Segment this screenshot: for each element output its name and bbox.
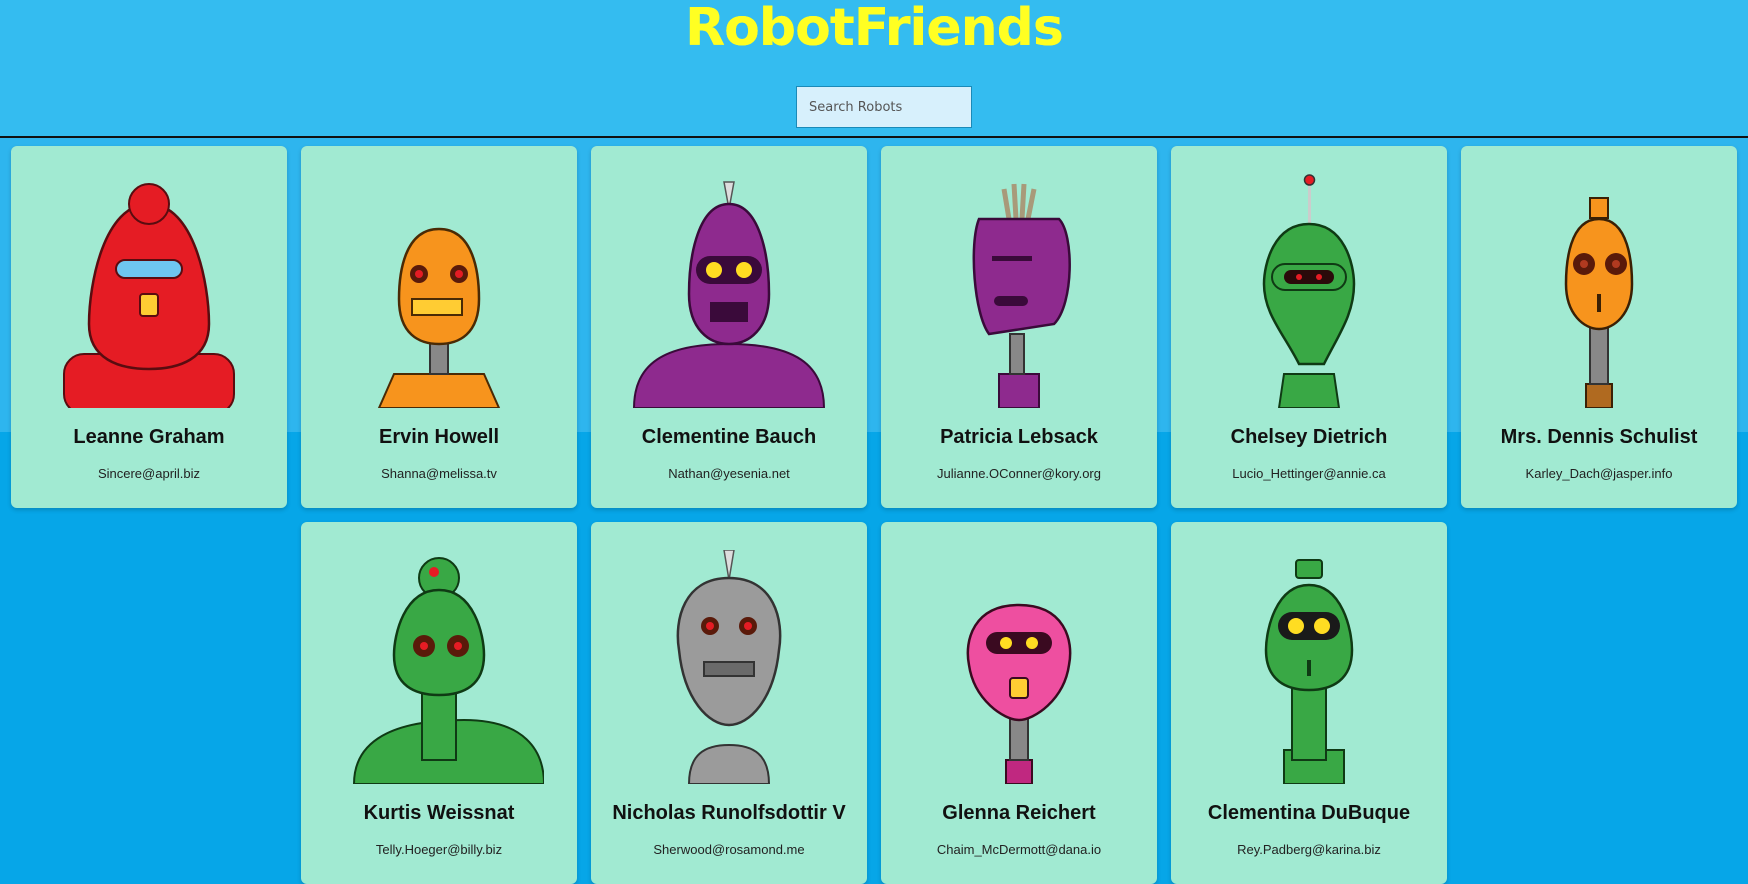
robot-avatar-icon — [1264, 559, 1354, 784]
robot-email: Julianne.OConner@kory.org — [937, 466, 1101, 481]
robot-card[interactable]: Clementina DuBuque Rey.Padberg@karina.bi… — [1171, 522, 1447, 884]
robot-name: Clementina DuBuque — [1207, 802, 1411, 824]
robot-email: Sherwood@rosamond.me — [653, 842, 805, 857]
robot-avatar-icon — [377, 227, 501, 408]
robot-name: Glenna Reichert — [942, 802, 1096, 824]
robot-email: Chaim_McDermott@dana.io — [936, 842, 1102, 857]
robot-email: Nathan@yesenia.net — [668, 466, 790, 481]
robot-name: Mrs. Dennis Schulist — [1500, 426, 1698, 448]
robot-email: Rey.Padberg@karina.biz — [1237, 842, 1381, 857]
robot-card[interactable]: Ervin Howell Shanna@melissa.tv — [301, 146, 577, 508]
robot-card[interactable]: Nicholas Runolfsdottir V Sherwood@rosamo… — [591, 522, 867, 884]
robot-name: Kurtis Weissnat — [363, 802, 515, 824]
robot-name: Leanne Graham — [73, 426, 225, 448]
robot-avatar-icon — [1262, 174, 1356, 408]
robot-avatar-icon — [1564, 197, 1634, 408]
robot-card[interactable]: Mrs. Dennis Schulist Karley_Dach@jasper.… — [1461, 146, 1737, 508]
robot-card[interactable]: Chelsey Dietrich Lucio_Hettinger@annie.c… — [1171, 146, 1447, 508]
robot-avatar-icon — [972, 183, 1071, 408]
robot-card[interactable]: Leanne Graham Sincere@april.biz — [11, 146, 287, 508]
robot-avatar-icon — [966, 603, 1072, 784]
robot-avatar-icon — [632, 181, 826, 408]
robot-name: Clementine Bauch — [641, 426, 817, 448]
robot-name: Patricia Lebsack — [940, 426, 1098, 448]
robot-name: Ervin Howell — [378, 426, 500, 448]
robot-email: Karley_Dach@jasper.info — [1525, 466, 1673, 481]
robot-avatar-icon — [352, 557, 544, 784]
robot-avatar-icon — [676, 550, 782, 784]
robot-card[interactable]: Patricia Lebsack Julianne.OConner@kory.o… — [881, 146, 1157, 508]
robot-email: Shanna@melissa.tv — [381, 466, 497, 481]
robot-avatar-icon — [63, 183, 235, 408]
app-title: RobotFriends — [685, 0, 1064, 58]
robot-card[interactable]: Glenna Reichert Chaim_McDermott@dana.io — [881, 522, 1157, 884]
robot-name: Nicholas Runolfsdottir V — [612, 802, 846, 824]
robot-email: Telly.Hoeger@billy.biz — [375, 842, 503, 857]
robot-email: Lucio_Hettinger@annie.ca — [1232, 466, 1386, 481]
robot-card[interactable]: Kurtis Weissnat Telly.Hoeger@billy.biz — [301, 522, 577, 884]
robot-name: Chelsey Dietrich — [1230, 426, 1388, 448]
search-input[interactable] — [796, 86, 972, 128]
robot-card[interactable]: Clementine Bauch Nathan@yesenia.net — [591, 146, 867, 508]
robot-email: Sincere@april.biz — [97, 466, 201, 481]
header: RobotFriends — [0, 0, 1748, 138]
